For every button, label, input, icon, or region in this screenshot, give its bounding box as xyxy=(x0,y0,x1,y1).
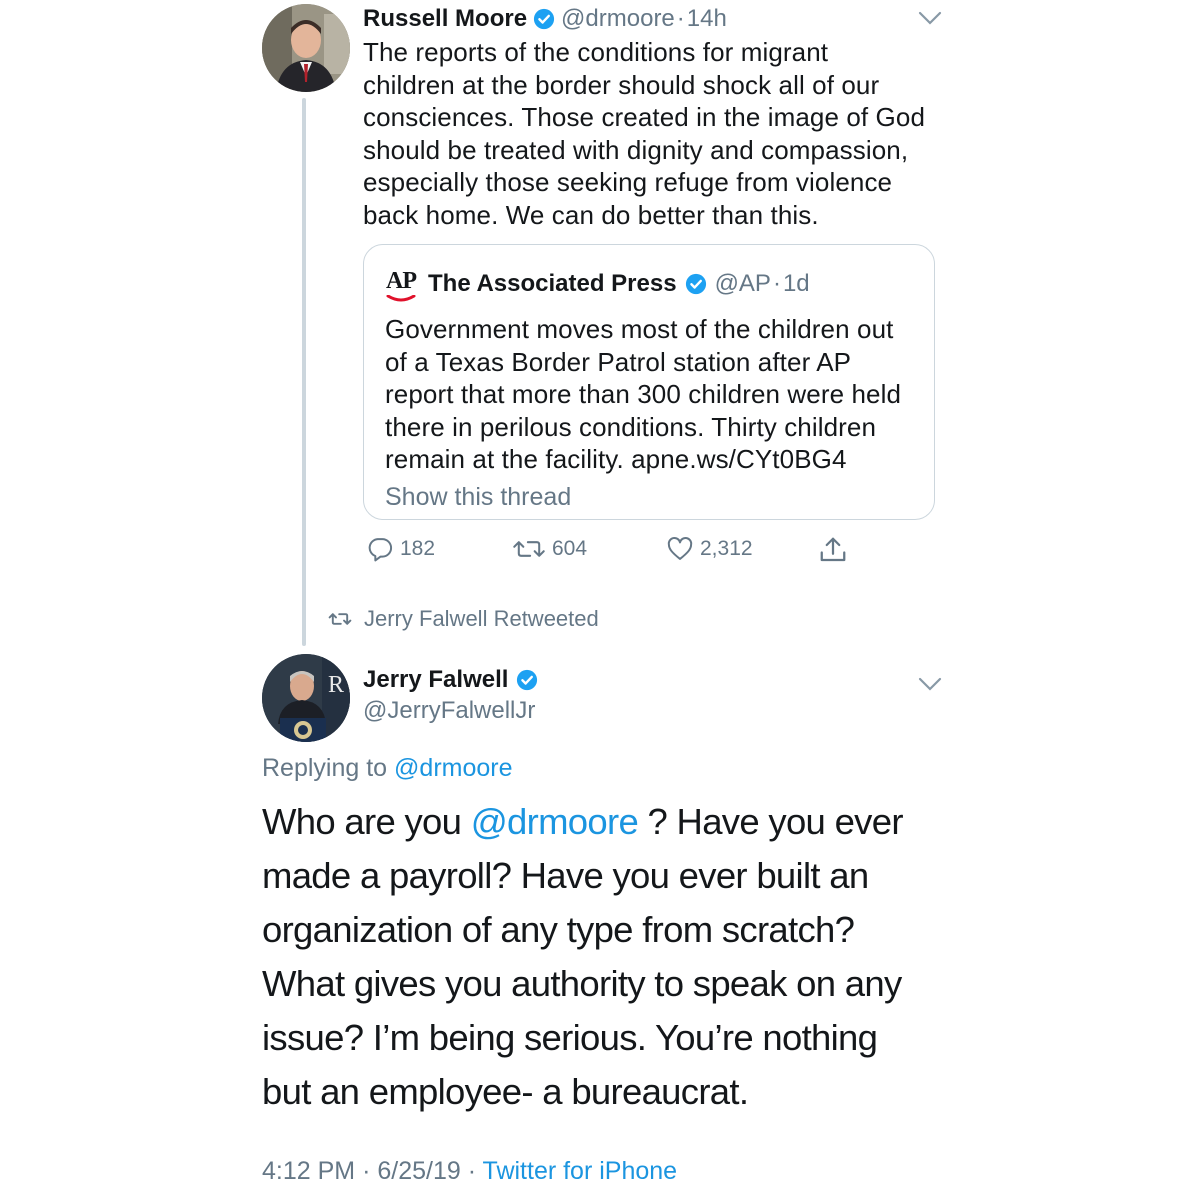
text-line: back home. We can do better than this. xyxy=(363,199,819,230)
text-line: What gives you authority to speak on any xyxy=(262,963,902,1004)
retweet-icon xyxy=(328,613,352,625)
retweet-banner[interactable]: Jerry Falwell Retweeted xyxy=(328,606,599,632)
chevron-down-icon[interactable] xyxy=(918,10,942,31)
replying-to: Replying to @drmoore xyxy=(262,754,513,783)
tweet-meta: 4:12 PM · 6/25/19 · Twitter for iPhone xyxy=(262,1157,677,1186)
avatar-jerry-falwell[interactable]: R xyxy=(262,654,350,742)
reply-button[interactable]: 182 xyxy=(366,535,435,563)
text-line: consciences. Those created in the image … xyxy=(363,102,925,133)
text-line: of a Texas Border Patrol station after A… xyxy=(385,346,852,377)
mention-link[interactable]: @drmoore xyxy=(471,801,639,842)
text-line: made a payroll? Have you ever built an xyxy=(262,855,869,896)
quoted-author-handle[interactable]: @AP xyxy=(715,270,771,298)
like-count: 2,312 xyxy=(700,537,753,560)
text-line: Government moves most of the children ou… xyxy=(385,314,894,344)
verified-badge-icon xyxy=(533,8,555,30)
tweet-time[interactable]: 14h xyxy=(687,5,727,33)
text-line: especially those seeking refuge from vio… xyxy=(363,167,893,198)
text-line: report that more than 300 children were … xyxy=(385,379,902,410)
author-handle[interactable]: @JerryFalwellJr xyxy=(363,697,535,725)
share-button[interactable] xyxy=(818,535,848,570)
reply-count: 182 xyxy=(400,537,436,560)
retweet-count: 604 xyxy=(552,537,588,560)
tweet1-header: Russell Moore @drmoore · 14h xyxy=(363,4,727,34)
quoted-time[interactable]: 1d xyxy=(783,270,810,298)
show-thread-link[interactable]: Show this thread xyxy=(385,483,571,512)
ap-logo-text: AP xyxy=(386,268,417,294)
replying-prefix: Replying to xyxy=(262,754,388,782)
text-line: The reports of the conditions for migran… xyxy=(363,37,829,67)
person-photo-icon xyxy=(262,4,350,92)
ap-logo-icon: AP xyxy=(386,269,420,305)
retweet-banner-text: Jerry Falwell Retweeted xyxy=(364,606,599,631)
quoted-header: The Associated Press @AP · 1d xyxy=(428,267,810,301)
text-line: there in perilous conditions. Thirty chi… xyxy=(385,411,877,442)
replying-mention-link[interactable]: @drmoore xyxy=(394,754,512,782)
thread-line xyxy=(302,98,306,646)
tweet-date[interactable]: 6/25/19 xyxy=(377,1157,460,1185)
text-segment: Who are you xyxy=(262,801,462,842)
reply-icon xyxy=(368,538,393,562)
like-button[interactable]: 2,312 xyxy=(666,535,753,563)
text-segment: ? Have you ever xyxy=(638,801,904,842)
separator-dot: · xyxy=(467,1157,477,1185)
author-name[interactable]: Russell Moore xyxy=(363,5,527,33)
tweet2-body: Who are you @drmoore ? Have you ever mad… xyxy=(262,795,962,1119)
verified-badge-icon xyxy=(516,669,538,691)
text-line: children at the border should shock all … xyxy=(363,69,880,100)
tweet1-body: The reports of the conditions for migran… xyxy=(363,36,963,232)
share-icon xyxy=(820,537,846,562)
author-handle[interactable]: @drmoore xyxy=(561,5,675,33)
quoted-tweet-card[interactable]: AP The Associated Press @AP · 1d Governm… xyxy=(363,244,935,520)
svg-text:R: R xyxy=(328,672,344,698)
avatar-russell-moore[interactable] xyxy=(262,4,350,92)
like-icon xyxy=(667,536,693,560)
text-line: Who are you @drmoore ? Have you ever xyxy=(262,795,962,849)
quoted-author-name[interactable]: The Associated Press xyxy=(428,270,677,298)
author-name[interactable]: Jerry Falwell xyxy=(363,666,508,694)
chevron-down-icon[interactable] xyxy=(918,676,942,697)
retweet-button[interactable]: 604 xyxy=(512,535,587,563)
text-line: should be treated with dignity and compa… xyxy=(363,134,909,165)
separator-dot: · xyxy=(772,270,781,297)
text-line: organization of any type from scratch? xyxy=(262,909,855,950)
text-line: issue? I’m being serious. You’re nothing xyxy=(262,1017,878,1058)
retweet-icon xyxy=(513,541,545,557)
text-line: remain at the facility. apne.ws/CYt0BG4 xyxy=(385,444,847,475)
separator-dot: · xyxy=(362,1157,371,1185)
tweet-source-link[interactable]: Twitter for iPhone xyxy=(483,1157,678,1185)
quoted-body: Government moves most of the children ou… xyxy=(385,313,925,476)
separator-dot: · xyxy=(676,5,685,32)
verified-badge-icon xyxy=(685,273,707,295)
text-line: but an employee- a bureaucrat. xyxy=(262,1071,749,1112)
tweet-time[interactable]: 4:12 PM xyxy=(262,1157,355,1185)
tweet2-header: Jerry Falwell xyxy=(363,664,538,696)
person-photo-icon: R xyxy=(262,654,350,742)
